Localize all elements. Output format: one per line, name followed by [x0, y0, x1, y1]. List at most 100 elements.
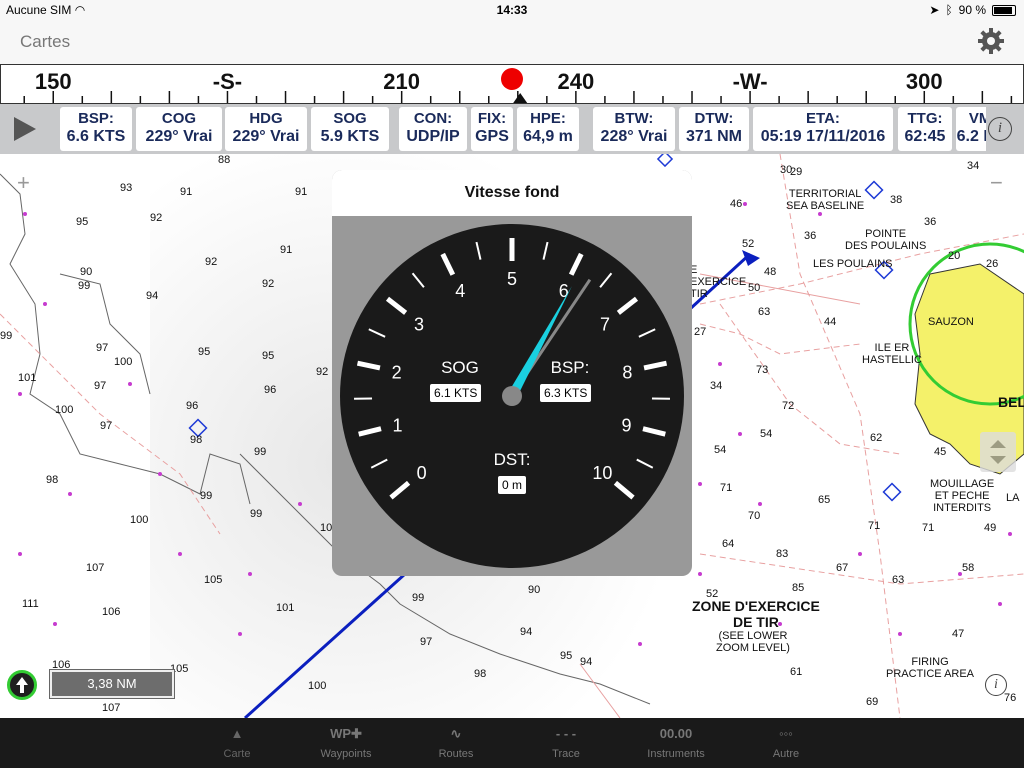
depth-sounding: 71 [720, 482, 733, 494]
depth-sounding: 72 [782, 400, 795, 412]
depth-sounding: 45 [934, 446, 947, 458]
instrument-value: 6.2 KTS [956, 128, 986, 145]
depth-sounding: 95 [76, 216, 89, 228]
info-icon[interactable]: i [988, 117, 1012, 141]
tab-label: Routes [438, 748, 474, 760]
instrument-cell[interactable]: COG 229° Vrai [136, 107, 222, 151]
chart-label-line: DES POULAINS [845, 240, 927, 252]
instrument-cell[interactable]: VMG6.2 KTS [956, 107, 986, 151]
depth-sounding: 63 [892, 574, 905, 586]
instrument-cell[interactable]: ETA: 05:19 17/11/2016 [753, 107, 893, 151]
north-up-button[interactable] [7, 670, 37, 700]
instrument-cell[interactable]: BSP: 6.6 KTS [60, 107, 132, 151]
instrument-cell[interactable]: FIX: GPS [471, 107, 513, 151]
depth-sounding: 101 [276, 602, 295, 614]
label-firing: FIRING PRACTICE AREA [886, 656, 974, 680]
instrument-cell[interactable]: SOG 5.9 KTS [311, 107, 389, 151]
compass-label: 240 [558, 69, 595, 94]
play-icon[interactable] [14, 117, 36, 141]
instrument-label: BSP: [78, 110, 114, 127]
north-arrow-icon [16, 677, 28, 693]
instrument-cell[interactable]: CON: UDP/IP [399, 107, 467, 151]
instrument-label: HDG [249, 110, 283, 127]
gauge-tick-label: 5 [507, 269, 517, 289]
zoom-out-icon[interactable]: − [990, 170, 1003, 196]
battery-icon [992, 4, 1016, 16]
depth-sounding: 27 [694, 326, 707, 338]
instrument-value: 228° Vrai [600, 128, 668, 145]
compass-strip[interactable]: 150 -S- 210 240 -W- 300 [0, 64, 1024, 104]
depth-sounding: 97 [96, 342, 109, 354]
instrument-cell[interactable]: BTW: 228° Vrai [593, 107, 675, 151]
sog-label: SOG [441, 358, 479, 377]
depth-sounding: 97 [420, 636, 433, 648]
depth-sounding: 97 [100, 420, 113, 432]
instrument-cell[interactable]: TTG: 62:45 [898, 107, 952, 151]
course-marker [501, 68, 523, 90]
depth-sounding: 99 [200, 490, 213, 502]
depth-sounding: 34 [967, 160, 980, 172]
depth-sounding: 71 [868, 520, 881, 532]
layer-toggle-icon[interactable] [980, 432, 1016, 472]
instrument-cell[interactable]: HPE: 64,9 m [517, 107, 579, 151]
depth-sounding: 26 [986, 258, 999, 270]
chart-label-line: INTERDITS [933, 502, 992, 514]
depth-sounding: 92 [316, 366, 329, 378]
tab-icon: ◦◦◦ [779, 726, 793, 741]
depth-sounding: 101 [18, 372, 37, 384]
depth-sounding: 107 [86, 562, 105, 574]
instrument-bar: BSP: 6.6 KTS COG 229° Vrai HDG 229° Vrai SOG 5.… [0, 104, 1024, 154]
depth-sounding: 100 [55, 404, 74, 416]
depth-sounding: 95 [262, 350, 275, 362]
depth-sounding: 105 [204, 574, 223, 586]
depth-sounding: 46 [730, 198, 743, 210]
up-down-arrows-icon [990, 440, 1006, 464]
tab-label: Autre [772, 748, 800, 760]
instrument-label: VMG [968, 110, 986, 127]
tab-icon: 00.00 [659, 726, 693, 741]
tab-autre[interactable]: ◦◦◦ Autre [746, 718, 826, 768]
charts-back-button[interactable]: Cartes [20, 32, 70, 52]
depth-sounding: 52 [742, 238, 755, 250]
instrument-cell[interactable]: DTW: 371 NM [679, 107, 749, 151]
depth-sounding: 69 [866, 696, 879, 708]
instrument-label: COG [161, 110, 197, 127]
instrument-value: 371 NM [685, 128, 743, 145]
depth-sounding: 38 [890, 194, 903, 206]
gauge-tick-label: 10 [592, 463, 612, 483]
label-ile: ILE ER HASTELLIC [862, 342, 922, 366]
gear-icon[interactable] [976, 26, 1006, 56]
tab-carte[interactable]: ▲ Carte [197, 718, 277, 768]
tab-instruments[interactable]: 00.00 Instruments [636, 718, 716, 768]
depth-sounding: 94 [580, 656, 593, 668]
depth-sounding: 36 [804, 230, 817, 242]
chart-label-line: BEL [998, 394, 1024, 410]
depth-sounding: 100 [308, 680, 327, 692]
zoom-in-icon[interactable]: + [17, 170, 30, 196]
chart-label-line: HASTELLIC [862, 354, 922, 366]
instrument-cell[interactable]: HDG 229° Vrai [225, 107, 307, 151]
depth-sounding: 85 [792, 582, 805, 594]
depth-sounding: 64 [722, 538, 735, 550]
status-bar: Aucune SIM ◠ 14:33 ➤ ᛒ 90 % [0, 0, 1024, 20]
label-pointe: POINTE DES POULAINS [845, 228, 926, 252]
tab-routes[interactable]: ∿ Routes [416, 718, 496, 768]
compass-label: -S- [213, 69, 242, 94]
chart-label-line: SAUZON [928, 316, 974, 328]
location-arrow-icon: ➤ [929, 3, 940, 17]
depth-sounding: 44 [824, 316, 837, 328]
label-see-lower: (SEE LOWER ZOOM LEVEL) [716, 630, 790, 654]
bluetooth-icon: ᛒ [945, 3, 953, 17]
depth-sounding: 96 [264, 384, 277, 396]
battery-percent: 90 % [958, 3, 986, 17]
tab-trace[interactable]: - - - Trace [526, 718, 606, 768]
tab-bar: ▲ Carte WP✚ Waypoints ∿ Routes - - - Trace 00.00… [0, 718, 1024, 768]
depth-sounding: 20 [948, 250, 961, 262]
depth-sounding: 76 [1004, 692, 1017, 704]
depth-sounding: 67 [836, 562, 849, 574]
speed-popup: Vitesse fond 0 1 2 3 4 5 6 7 8 9 10 SOG 6.1 KTS BS… [332, 170, 692, 576]
depth-sounding: 92 [205, 256, 218, 268]
depth-sounding: 61 [790, 666, 803, 678]
depth-sounding: 58 [962, 562, 975, 574]
tab-waypoints[interactable]: WP✚ Waypoints [306, 718, 386, 768]
